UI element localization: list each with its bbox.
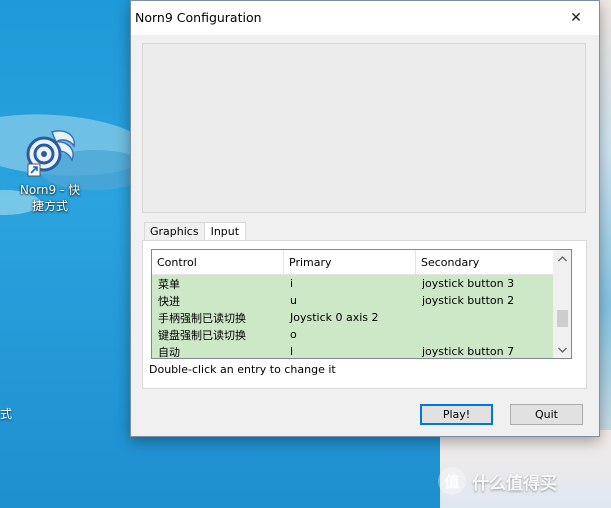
cell-control: 键盘强制已读切换: [158, 328, 246, 342]
shortcut-label-line1: Norn9 - 快: [19, 183, 81, 197]
watermark: 值 什么值得买: [438, 467, 557, 495]
watermark-logo-text: 值: [444, 472, 460, 491]
play-button[interactable]: Play!: [420, 404, 493, 425]
list-header: Control Primary Secondary: [152, 250, 571, 275]
shortcut-label-line2: 捷方式: [31, 199, 68, 213]
cell-secondary: joystick button 3: [422, 277, 515, 290]
column-header-primary[interactable]: Primary: [284, 250, 416, 274]
table-row[interactable]: 键盘强制已读切换 o: [152, 326, 554, 343]
cell-primary: u: [290, 294, 297, 307]
quit-button[interactable]: Quit: [510, 404, 583, 425]
column-header-control[interactable]: Control: [152, 250, 284, 274]
watermark-logo-icon: 值: [438, 467, 466, 495]
cell-secondary: joystick button 7: [422, 345, 515, 358]
scrollbar-thumb[interactable]: [557, 310, 568, 327]
desktop-shortcut-norn9[interactable]: Norn9 - 快 捷方式: [12, 126, 88, 214]
scroll-down-icon[interactable]: [554, 341, 571, 358]
cell-primary: Joystick 0 axis 2: [290, 311, 379, 324]
window-title: Norn9 Configuration: [135, 10, 262, 25]
close-icon: ✕: [570, 10, 582, 26]
desktop-edge-text: 式: [0, 407, 13, 421]
cell-control: 菜单: [158, 277, 180, 291]
desktop-shortcut-label: Norn9 - 快 捷方式: [12, 182, 88, 214]
list-scrollbar[interactable]: [553, 250, 571, 358]
cell-control: 自动: [158, 345, 180, 359]
table-row[interactable]: 自动 l joystick button 7: [152, 343, 554, 359]
scroll-up-icon[interactable]: [554, 250, 571, 267]
cell-primary: o: [290, 328, 297, 341]
table-row[interactable]: 快进 u joystick button 2: [152, 292, 554, 309]
input-tab-panel: Control Primary Secondary 菜单 i joystick …: [142, 240, 587, 389]
tab-graphics[interactable]: Graphics: [144, 222, 205, 240]
cell-control: 手柄强制已读切换: [158, 311, 246, 325]
cell-control: 快进: [158, 294, 180, 308]
watermark-text: 什么值得买: [472, 473, 557, 494]
list-body: 菜单 i joystick button 3 快进 u joystick but…: [152, 275, 554, 359]
cell-primary: i: [290, 277, 294, 290]
cell-secondary: joystick button 2: [422, 294, 515, 307]
tab-input[interactable]: Input: [203, 222, 247, 241]
banner-image-area: [142, 43, 586, 213]
table-row[interactable]: 手柄强制已读切换 Joystick 0 axis 2: [152, 309, 554, 326]
table-row[interactable]: 菜单 i joystick button 3: [152, 275, 554, 292]
tab-strip: Graphics Input: [144, 220, 247, 241]
cell-primary: l: [290, 345, 294, 358]
window-titlebar[interactable]: Norn9 Configuration ✕: [131, 1, 599, 35]
controls-list[interactable]: Control Primary Secondary 菜单 i joystick …: [151, 249, 572, 359]
hint-text: Double-click an entry to change it: [149, 363, 336, 376]
norn9-configuration-window: Norn9 Configuration ✕ Graphics Input Con…: [130, 0, 600, 437]
close-button[interactable]: ✕: [553, 1, 599, 35]
norn9-app-icon: [22, 126, 78, 178]
column-header-secondary[interactable]: Secondary: [416, 250, 551, 274]
